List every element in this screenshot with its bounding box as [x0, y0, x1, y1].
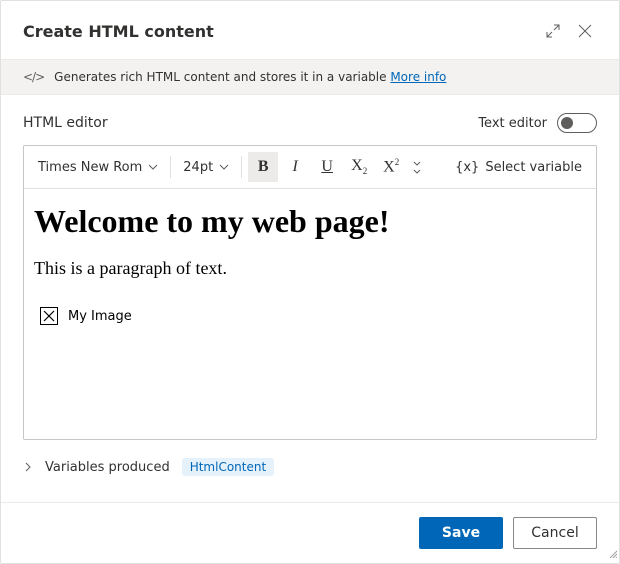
toolbar-separator: [241, 156, 242, 178]
save-button[interactable]: Save: [419, 517, 503, 549]
close-icon: [578, 24, 592, 38]
editor-frame: Times New Rom 24pt B I U X2 X2: [23, 145, 597, 440]
toggle-knob: [561, 117, 573, 129]
editor-toolbar: Times New Rom 24pt B I U X2 X2: [24, 146, 596, 189]
content-heading[interactable]: Welcome to my web page!: [34, 203, 586, 240]
text-editor-label: Text editor: [478, 116, 547, 131]
dialog-title: Create HTML content: [23, 22, 537, 41]
select-variable-label: Select variable: [485, 160, 582, 175]
code-icon: </>: [23, 70, 44, 84]
superscript-icon: X2: [383, 157, 399, 176]
content-image-row[interactable]: My Image: [34, 307, 586, 325]
info-bar: </> Generates rich HTML content and stor…: [1, 59, 619, 95]
chevron-right-icon[interactable]: [23, 462, 33, 472]
editor-header-row: HTML editor Text editor: [23, 113, 597, 133]
section-label: HTML editor: [23, 115, 478, 131]
italic-button[interactable]: I: [280, 152, 310, 182]
close-button[interactable]: [569, 15, 601, 47]
italic-icon: I: [293, 158, 298, 176]
variable-glyph-icon: {x}: [455, 160, 479, 175]
underline-button[interactable]: U: [312, 152, 342, 182]
variables-produced-row: Variables produced HtmlContent: [23, 458, 597, 476]
chevron-down-icon: [413, 161, 421, 166]
more-info-link[interactable]: More info: [390, 70, 446, 84]
content-paragraph[interactable]: This is a paragraph of text.: [34, 258, 586, 279]
font-family-value: Times New Rom: [38, 160, 142, 175]
cancel-button[interactable]: Cancel: [513, 517, 597, 549]
expand-button[interactable]: [537, 15, 569, 47]
info-text-body: Generates rich HTML content and stores i…: [54, 70, 390, 84]
text-editor-toggle[interactable]: [557, 113, 597, 133]
expand-icon: [546, 24, 560, 38]
chevron-down-icon: [219, 162, 229, 172]
subscript-button[interactable]: X2: [344, 152, 374, 182]
dialog: Create HTML content </> Generates rich H…: [0, 0, 620, 564]
more-options-button[interactable]: [408, 156, 426, 178]
toolbar-separator: [170, 156, 171, 178]
font-size-dropdown[interactable]: 24pt: [177, 156, 235, 179]
subscript-icon: X2: [351, 157, 367, 176]
dialog-body: HTML editor Text editor Times New Rom 24…: [1, 95, 619, 502]
image-alt-text: My Image: [68, 309, 132, 324]
dialog-header: Create HTML content: [1, 1, 619, 59]
broken-image-icon: [40, 307, 58, 325]
superscript-button[interactable]: X2: [376, 152, 406, 182]
bold-icon: B: [258, 158, 269, 176]
dialog-footer: Save Cancel: [1, 502, 619, 563]
info-text: Generates rich HTML content and stores i…: [54, 70, 446, 84]
resize-handle-icon[interactable]: [607, 548, 617, 561]
variables-produced-label: Variables produced: [45, 460, 170, 475]
select-variable-button[interactable]: {x} Select variable: [449, 156, 588, 179]
editor-content[interactable]: Welcome to my web page! This is a paragr…: [24, 189, 596, 439]
chevron-down-icon: [413, 169, 421, 174]
variable-pill[interactable]: HtmlContent: [182, 458, 274, 476]
chevron-down-icon: [148, 162, 158, 172]
font-family-dropdown[interactable]: Times New Rom: [32, 156, 164, 179]
bold-button[interactable]: B: [248, 152, 278, 182]
underline-icon: U: [321, 158, 333, 176]
font-size-value: 24pt: [183, 160, 213, 175]
